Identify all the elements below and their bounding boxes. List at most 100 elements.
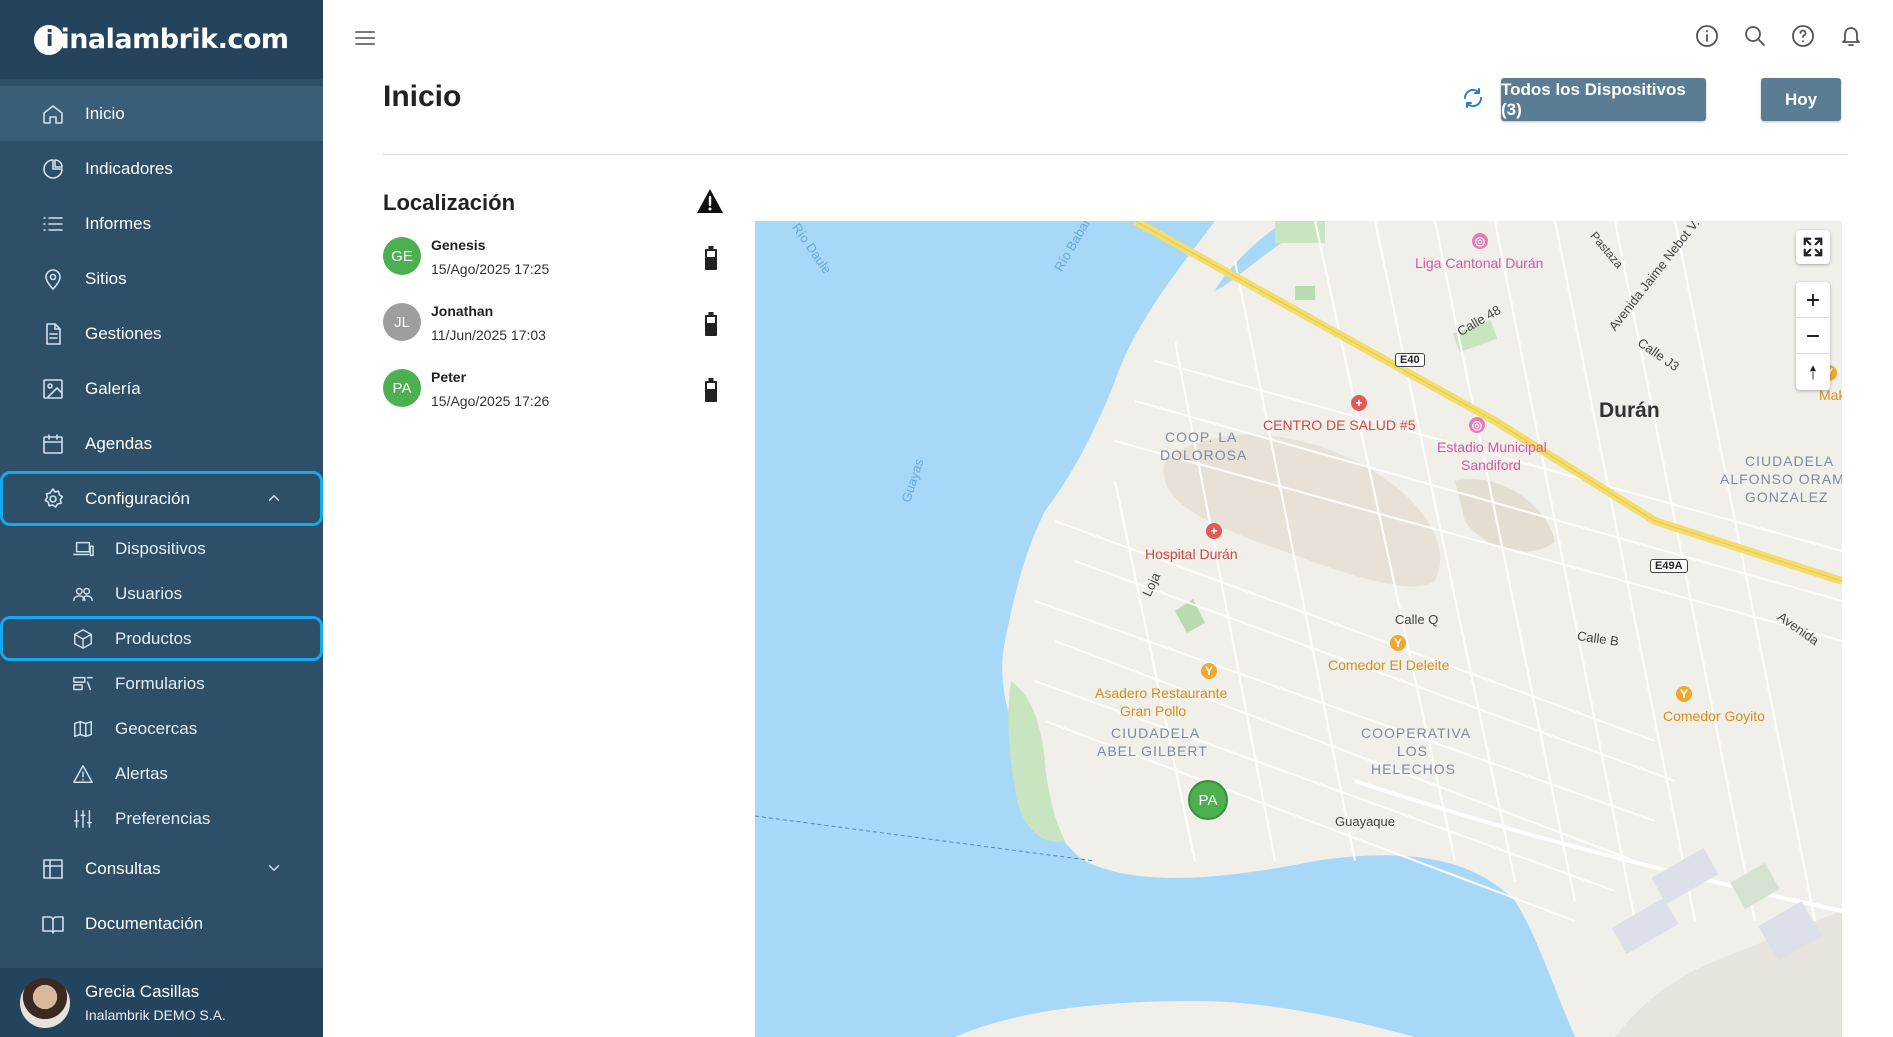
map-view[interactable]: Río Daule Río Babahoyo Guayas Liga Canto… xyxy=(755,221,1842,1037)
device-name: Jonathan xyxy=(431,303,494,319)
sidebar-subitem-label: Alertas xyxy=(115,763,168,783)
table-icon xyxy=(40,856,66,882)
map-device-marker[interactable]: PA xyxy=(1188,780,1228,820)
sidebar-item-sitios[interactable]: Sitios xyxy=(0,251,323,306)
map-label-ciudadela-abel-2: ABEL GILBERT xyxy=(1097,743,1208,759)
sidebar-subitem-label: Usuarios xyxy=(115,583,183,603)
chevron-up-icon[interactable] xyxy=(265,489,283,507)
zoom-in-button[interactable] xyxy=(1796,282,1830,318)
battery-icon xyxy=(705,312,717,336)
sidebar-item-documentacion[interactable]: Documentación xyxy=(0,896,323,951)
device-time: 11/Jun/2025 17:03 xyxy=(431,327,546,343)
sidebar-subitem-geocercas[interactable]: Geocercas xyxy=(0,706,323,751)
sidebar-item-informes[interactable]: Informes xyxy=(0,196,323,251)
warning-icon xyxy=(70,761,96,787)
device-item-jonathan[interactable]: JL Jonathan 11/Jun/2025 17:03 xyxy=(383,300,733,366)
calendar-icon xyxy=(40,431,66,457)
location-title: Localización xyxy=(383,190,516,215)
device-time: 15/Ago/2025 17:26 xyxy=(431,393,550,409)
chevron-down-icon[interactable] xyxy=(265,859,283,877)
all-devices-button[interactable]: Todos los Dispositivos (3) xyxy=(1501,78,1706,121)
user-name: Grecia Casillas xyxy=(85,982,200,1001)
device-item-genesis[interactable]: GE Genesis 15/Ago/2025 17:25 xyxy=(383,234,733,300)
book-icon xyxy=(40,911,66,937)
sidebar-subitem-formularios[interactable]: Formularios xyxy=(0,661,323,706)
map-label-ciudadela-alfonso-2: ALFONSO ORAMA xyxy=(1720,471,1842,487)
sidebar-item-label: Galería xyxy=(85,378,141,398)
sidebar-item-indicadores[interactable]: Indicadores xyxy=(0,141,323,196)
map-label-liga: Liga Cantonal Durán xyxy=(1415,255,1544,271)
stadium-poi-icon[interactable]: ◎ xyxy=(1472,233,1488,249)
device-info: Jonathan 11/Jun/2025 17:03 xyxy=(431,300,546,343)
sidebar-item-consultas[interactable]: Consultas xyxy=(0,841,323,896)
minus-icon xyxy=(1806,334,1820,337)
map-label-asadero-1: Asadero Restaurante xyxy=(1095,685,1228,701)
battery-icon xyxy=(705,246,717,270)
hospital-poi-icon[interactable]: + xyxy=(1351,395,1367,411)
sidebar-item-inicio[interactable]: Inicio xyxy=(0,86,323,141)
sidebar-item-label: Informes xyxy=(85,213,152,233)
box-icon xyxy=(70,626,96,652)
map-label-comedor-deleite: Comedor El Deleite xyxy=(1328,657,1450,673)
brand-logo[interactable]: i inalambrik.com xyxy=(34,24,289,55)
sidebar-subitem-productos[interactable]: Productos xyxy=(0,616,323,661)
device-avatar: JL xyxy=(383,303,421,341)
sidebar-item-agendas[interactable]: Agendas xyxy=(0,416,323,471)
today-button[interactable]: Hoy xyxy=(1761,78,1841,121)
divider xyxy=(383,154,1848,155)
pie-chart-icon xyxy=(40,156,66,182)
sidebar-subitem-preferencias[interactable]: Preferencias xyxy=(0,796,323,841)
road-shield-e40: E40 xyxy=(1395,353,1425,367)
zoom-controls xyxy=(1796,282,1830,390)
form-icon xyxy=(70,671,96,697)
warning-icon[interactable] xyxy=(696,188,724,214)
restaurant-poi-icon[interactable]: Y xyxy=(1390,635,1406,651)
map-label-coop-helechos-1: COOPERATIVA xyxy=(1361,725,1472,741)
restaurant-poi-icon[interactable]: Y xyxy=(1201,663,1217,679)
map-label-comedor-goyito: Comedor Goyito xyxy=(1663,708,1765,724)
stadium-poi-icon[interactable]: ◎ xyxy=(1469,417,1485,433)
hamburger-menu-icon[interactable] xyxy=(353,26,381,50)
restaurant-poi-icon[interactable]: Y xyxy=(1676,686,1692,702)
map-label-asadero-2: Gran Pollo xyxy=(1120,703,1187,719)
sidebar-subitem-label: Formularios xyxy=(115,673,205,693)
device-avatar: GE xyxy=(383,237,421,275)
hospital-poi-icon[interactable]: + xyxy=(1206,523,1222,539)
sidebar-item-gestiones[interactable]: Gestiones xyxy=(0,306,323,361)
user-org: Inalambrik DEMO S.A. xyxy=(85,1007,226,1023)
fullscreen-button[interactable] xyxy=(1796,230,1830,264)
sidebar-item-galeria[interactable]: Galería xyxy=(0,361,323,416)
device-list: GE Genesis 15/Ago/2025 17:25 JL Jonathan… xyxy=(383,234,733,432)
search-icon[interactable] xyxy=(1743,22,1767,50)
sidebar-item-label: Sitios xyxy=(85,268,127,288)
users-icon xyxy=(70,581,96,607)
sidebar-subitem-dispositivos[interactable]: Dispositivos xyxy=(0,526,323,571)
info-icon[interactable] xyxy=(1695,22,1719,50)
user-card[interactable]: Grecia Casillas Inalambrik DEMO S.A. xyxy=(0,968,323,1037)
sidebar-subitem-label: Productos xyxy=(115,628,192,648)
map-icon xyxy=(70,716,96,742)
user-info: Grecia Casillas Inalambrik DEMO S.A. xyxy=(85,982,226,1023)
sidebar-subitem-label: Preferencias xyxy=(115,808,211,828)
device-item-peter[interactable]: PA Peter 15/Ago/2025 17:26 xyxy=(383,366,733,432)
sidebar-item-configuracion[interactable]: Configuración xyxy=(0,471,323,526)
page-title: Inicio xyxy=(383,80,462,113)
fullscreen-icon xyxy=(1803,237,1823,257)
main-content: Inicio Todos los Dispositivos (3) Hoy Lo… xyxy=(323,0,1893,1037)
refresh-icon[interactable] xyxy=(1461,86,1489,114)
sidebar-subitem-alertas[interactable]: Alertas xyxy=(0,751,323,796)
compass-button[interactable] xyxy=(1796,354,1830,390)
location-pin-icon xyxy=(40,266,66,292)
logo-area: i inalambrik.com xyxy=(0,0,323,79)
sidebar-subitem-usuarios[interactable]: Usuarios xyxy=(0,571,323,616)
home-icon xyxy=(40,101,66,127)
help-icon[interactable] xyxy=(1791,22,1815,50)
bell-icon[interactable] xyxy=(1839,22,1863,50)
map-label-coop-helechos-3: HELECHOS xyxy=(1371,761,1457,777)
devices-icon xyxy=(70,536,96,562)
device-info: Peter 15/Ago/2025 17:26 xyxy=(431,366,549,409)
image-icon xyxy=(40,376,66,402)
sidebar-subitem-label: Dispositivos xyxy=(115,538,206,558)
zoom-out-button[interactable] xyxy=(1796,318,1830,354)
battery-icon xyxy=(705,378,717,402)
